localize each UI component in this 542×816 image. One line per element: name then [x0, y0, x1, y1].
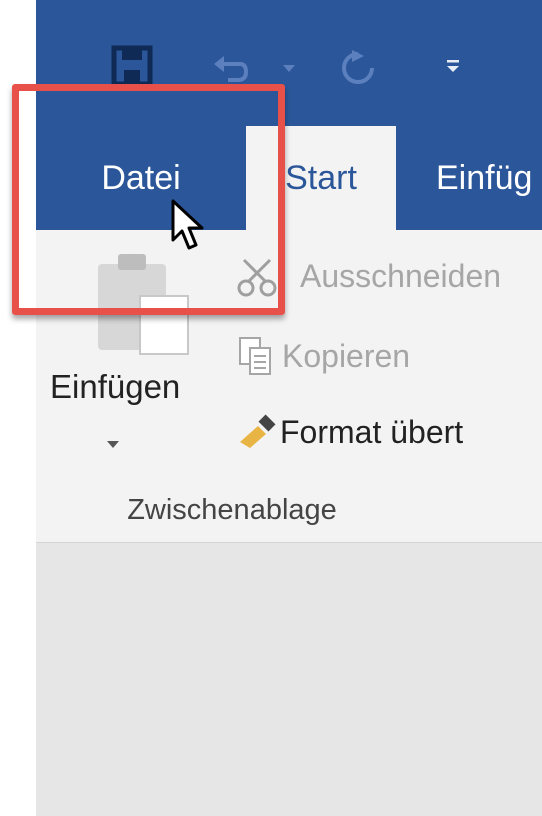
tab-insert[interactable]: Einfüg	[408, 126, 542, 230]
paste-button-label[interactable]: Einfügen	[50, 368, 180, 406]
copy-icon	[239, 337, 271, 375]
customize-qat-icon[interactable]	[446, 58, 460, 74]
format-painter-button[interactable]: Format übert	[280, 414, 463, 451]
highlight-box	[12, 84, 285, 315]
tab-start-label: Start	[285, 158, 357, 197]
mouse-cursor-icon	[171, 199, 204, 250]
cut-button[interactable]: Ausschneiden	[300, 258, 501, 295]
document-area	[36, 543, 542, 816]
format-painter-icon	[240, 414, 276, 448]
redo-icon[interactable]	[338, 48, 378, 90]
copy-button[interactable]: Kopieren	[282, 338, 410, 375]
paste-dropdown-arrow-icon[interactable]	[106, 440, 120, 450]
clipboard-group-label: Zwischenablage	[127, 494, 337, 526]
chevron-down-icon[interactable]	[282, 64, 296, 74]
tab-insert-label: Einfüg	[436, 158, 533, 197]
save-icon[interactable]	[110, 44, 154, 88]
